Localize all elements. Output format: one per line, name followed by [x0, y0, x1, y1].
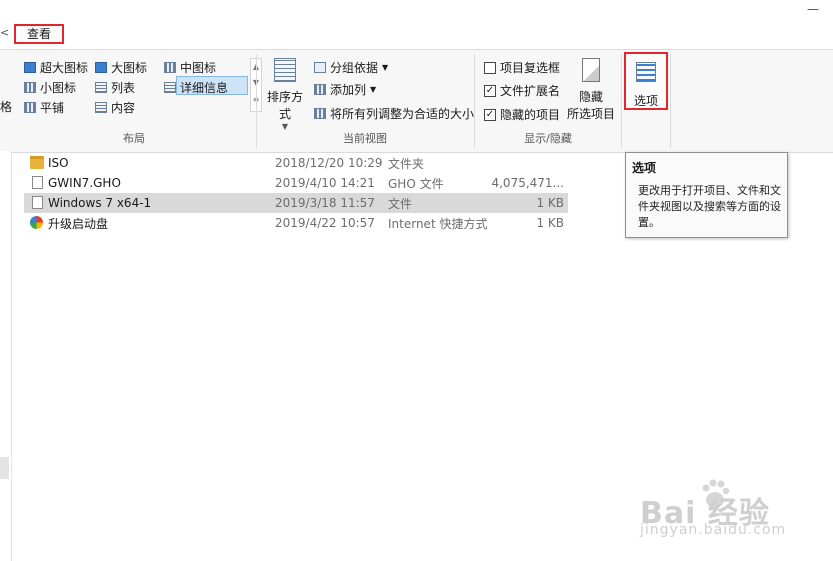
ribbon-separator [670, 54, 671, 148]
content-icon [95, 102, 107, 113]
watermark-url: jingyan.baidu.com [640, 522, 787, 538]
navigation-pane[interactable] [0, 151, 12, 561]
group-by-button[interactable]: 分组依据 ▼ [314, 59, 388, 76]
file-type: GHO 文件 [388, 176, 444, 191]
file-date: 2019/4/10 14:21 [275, 176, 375, 190]
group-label-show-hide: 显示/隐藏 [524, 132, 572, 145]
tooltip-title: 选项 [632, 161, 657, 175]
file-type: 文件 [388, 196, 413, 211]
nav-scrollbar-thumb[interactable] [0, 457, 9, 479]
left-edge-mark: < [0, 26, 10, 39]
details-icon [164, 82, 176, 93]
tooltip-text: 更改用于打开项目、文件和文件夹视图以及搜索等方面的设置。 [638, 184, 781, 229]
file-size: 1 KB [536, 216, 564, 230]
layout-list[interactable]: 列表 [95, 79, 135, 96]
group-label-layout: 布局 [123, 132, 145, 145]
minimize-button[interactable]: — [807, 2, 819, 16]
fit-columns-icon [314, 108, 326, 119]
file-date: 2018/12/20 10:29 [275, 156, 383, 170]
ribbon-separator [256, 54, 257, 148]
extra-large-icons-icon [24, 62, 36, 73]
left-edge-label: 格 [0, 100, 13, 114]
chevron-down-icon: ▼ [370, 85, 377, 94]
checkbox-unchecked[interactable] [484, 61, 496, 74]
layout-details[interactable]: 详细信息 [164, 79, 228, 96]
file-type: 文件夹 [388, 156, 425, 171]
sort-by-button[interactable]: 排序方式 ▼ [262, 56, 308, 131]
group-label-current-view: 当前视图 [343, 132, 387, 145]
layout-tiles[interactable]: 平铺 [24, 99, 64, 116]
options-icon [636, 62, 656, 82]
file-name: ISO [48, 156, 69, 170]
ribbon-view: 格 超大图标 大图标 中图标 小图标 列表 详细信息 平铺 内容 ▲ ▼ ≡ 布… [0, 49, 833, 153]
ribbon-separator [621, 54, 622, 148]
add-column-button[interactable]: 添加列 ▼ [314, 81, 376, 98]
layout-large-icons[interactable]: 大图标 [95, 59, 147, 76]
file-icon [32, 196, 43, 209]
group-current-view: 排序方式 ▼ 分组依据 ▼ 添加列 ▼ 将所有列调整为合适的大小 当前视图 [258, 50, 474, 150]
options-tooltip: 选项 更改用于打开项目、文件和文件夹视图以及搜索等方面的设置。 [625, 152, 788, 238]
add-column-icon [314, 84, 326, 95]
checkbox-checked[interactable]: ✓ [484, 108, 496, 121]
file-extensions-toggle[interactable]: ✓ 文件扩展名 [484, 82, 560, 99]
file-name: GWIN7.GHO [48, 176, 121, 190]
sort-icon [274, 58, 296, 82]
file-name: Windows 7 x64-1 [48, 196, 152, 210]
group-show-hide: 项目复选框 ✓ 文件扩展名 ✓ 隐藏的项目 隐藏 所选项目 显示/隐藏 [476, 50, 620, 150]
file-name: 升级启动盘 [48, 216, 109, 231]
tiles-icon [24, 102, 36, 113]
layout-medium-icons[interactable]: 中图标 [164, 59, 216, 76]
file-row-selected[interactable]: Windows 7 x64-1 2019/3/18 11:57 文件 1 KB [24, 193, 568, 213]
ribbon-tab-strip: < 查看 — [0, 0, 833, 50]
internet-shortcut-icon [30, 216, 43, 229]
item-checkboxes-toggle[interactable]: 项目复选框 [484, 59, 560, 76]
hidden-items-toggle[interactable]: ✓ 隐藏的项目 [484, 106, 560, 123]
file-type: Internet 快捷方式 [388, 216, 488, 231]
hide-selected-items-button[interactable]: 隐藏 所选项目 [564, 56, 618, 121]
layout-extra-large-icons[interactable]: 超大图标 [24, 59, 88, 76]
file-row[interactable]: 升级启动盘 2019/4/22 10:57 Internet 快捷方式 1 KB [24, 213, 568, 233]
hide-selected-icon [582, 58, 600, 82]
ribbon-separator [474, 54, 475, 148]
file-icon [32, 176, 43, 189]
file-date: 2019/3/18 11:57 [275, 196, 375, 210]
group-by-icon [314, 62, 326, 73]
file-date: 2019/4/22 10:57 [275, 216, 375, 230]
small-icons-icon [24, 82, 36, 93]
checkbox-checked[interactable]: ✓ [484, 84, 496, 97]
list-icon [95, 82, 107, 93]
large-icons-icon [95, 62, 107, 73]
file-size: 1 KB [536, 196, 564, 210]
folder-icon [30, 156, 44, 169]
file-row[interactable]: ISO 2018/12/20 10:29 文件夹 [24, 153, 568, 173]
file-size: 4,075,471... [491, 176, 564, 190]
chevron-down-icon: ▼ [382, 63, 389, 72]
group-layout: 超大图标 大图标 中图标 小图标 列表 详细信息 平铺 内容 ▲ ▼ ≡ 布局 [16, 50, 262, 150]
medium-icons-icon [164, 62, 176, 73]
layout-content[interactable]: 内容 [95, 99, 135, 116]
file-row[interactable]: GWIN7.GHO 2019/4/10 14:21 GHO 文件 4,075,4… [24, 173, 568, 193]
fit-all-columns-button[interactable]: 将所有列调整为合适的大小 [314, 105, 474, 122]
options-button[interactable]: 选项 [624, 52, 668, 110]
tab-view[interactable]: 查看 [14, 24, 64, 44]
layout-small-icons[interactable]: 小图标 [24, 79, 76, 96]
